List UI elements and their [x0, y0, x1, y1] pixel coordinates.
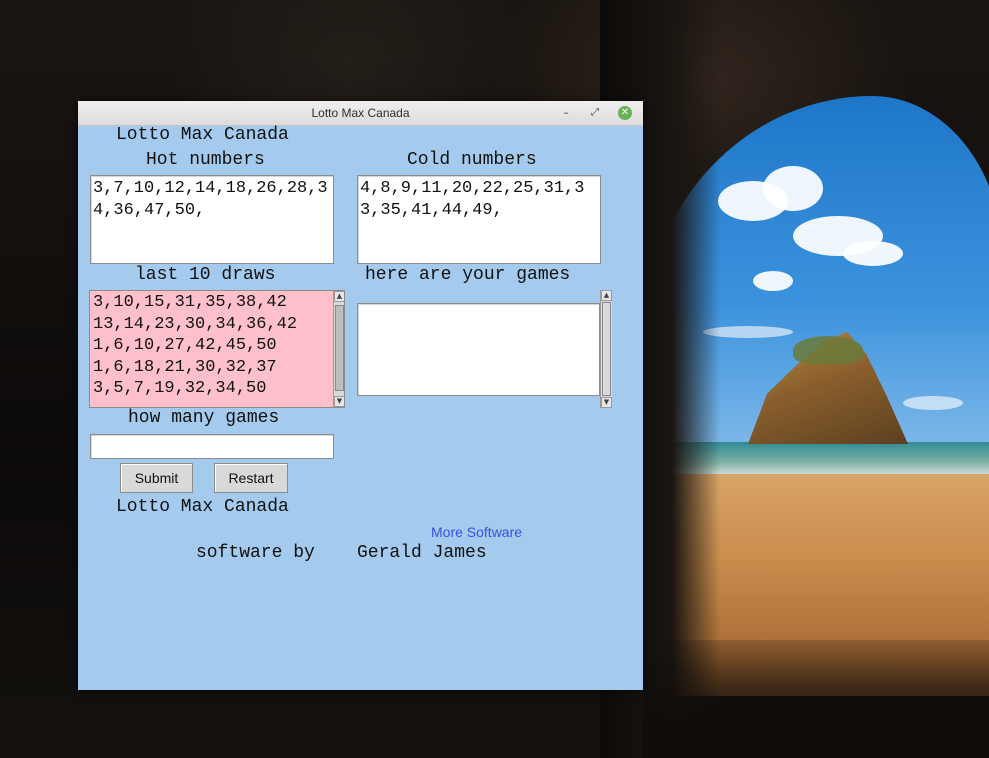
maximize-icon[interactable]: ⤢ — [587, 105, 603, 121]
app-heading: Lotto Max Canada — [116, 125, 289, 145]
cave-floor — [643, 640, 989, 758]
list-item[interactable]: 1,6,18,21,30,32,37 — [91, 357, 332, 379]
credit-prefix: software by — [196, 543, 315, 563]
games-scrollbar[interactable]: ▲ ▼ — [600, 290, 612, 408]
your-games-panel: ▲ ▼ — [357, 290, 612, 408]
hot-numbers-label: Hot numbers — [146, 150, 265, 170]
list-item[interactable]: 1,6,10,27,42,45,50 — [91, 335, 332, 357]
list-item[interactable]: 13,14,23,30,34,36,42 — [91, 314, 332, 336]
scroll-up-icon[interactable]: ▲ — [334, 291, 344, 302]
list-item[interactable]: 3,5,7,19,32,34,50 — [91, 378, 332, 400]
more-software-link[interactable]: More Software — [431, 524, 522, 540]
last-draws-list[interactable]: 3,10,15,31,35,38,42 13,14,23,30,34,36,42 1… — [89, 290, 345, 408]
submit-button[interactable]: Submit — [120, 463, 193, 493]
how-many-games-label: how many games — [128, 408, 280, 428]
your-games-label: here are your games — [365, 265, 571, 285]
scroll-up-icon[interactable]: ▲ — [601, 290, 612, 301]
minimize-icon[interactable]: – — [558, 105, 574, 121]
footer-title: Lotto Max Canada — [116, 497, 289, 517]
scroll-down-icon[interactable]: ▼ — [601, 397, 612, 408]
your-games-field[interactable] — [357, 303, 600, 396]
draws-scrollbar[interactable]: ▲ ▼ — [333, 291, 344, 407]
list-item[interactable]: 3,10,15,31,35,38,42 — [91, 292, 332, 314]
credit-name: Gerald James — [357, 543, 487, 563]
cold-numbers-label: Cold numbers — [407, 150, 537, 170]
scroll-down-icon[interactable]: ▼ — [334, 396, 344, 407]
restart-button[interactable]: Restart — [214, 463, 288, 493]
scroll-thumb[interactable] — [335, 305, 344, 391]
hot-numbers-field[interactable]: 3,7,10,12,14,18,26,28,34,36,47,50, — [90, 175, 334, 264]
scroll-thumb[interactable] — [602, 302, 611, 396]
cold-numbers-field[interactable]: 4,8,9,11,20,22,25,31,33,35,41,44,49, — [357, 175, 601, 264]
how-many-games-input[interactable] — [90, 434, 334, 459]
app-window: Lotto Max Canada – ⤢ ✕ Lotto Max Canada … — [78, 101, 643, 690]
title-bar[interactable]: Lotto Max Canada – ⤢ ✕ — [78, 101, 643, 126]
close-icon[interactable]: ✕ — [618, 106, 632, 120]
last-draws-label: last 10 draws — [135, 265, 276, 285]
